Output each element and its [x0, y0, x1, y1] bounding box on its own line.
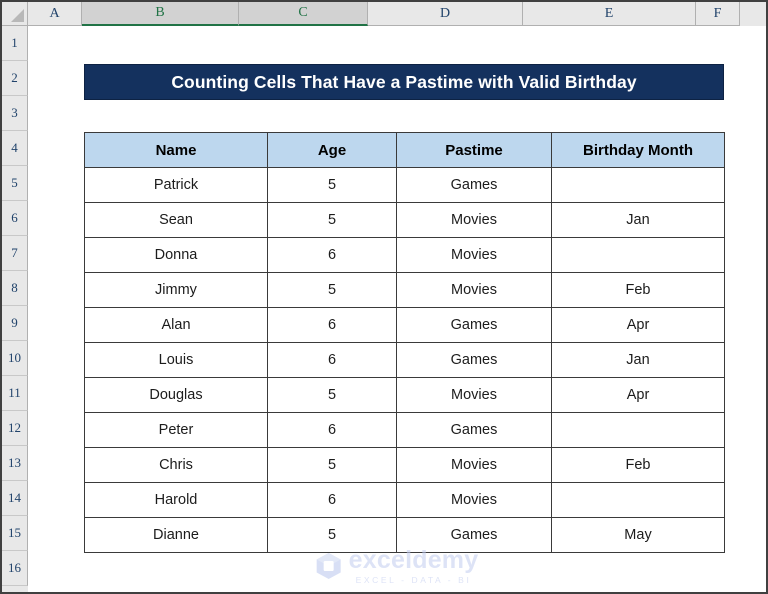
cell-name[interactable]: Donna [84, 237, 268, 273]
cell-birthday-month[interactable] [551, 412, 725, 448]
cell-age[interactable]: 5 [267, 167, 397, 203]
row-header-8[interactable]: 8 [2, 271, 28, 306]
table-row: Donna 6 Movies [84, 237, 725, 273]
column-header-b[interactable]: B [82, 2, 239, 26]
cell-age[interactable]: 5 [267, 447, 397, 483]
table-row: Sean 5 Movies Jan [84, 202, 725, 238]
cell-pastime[interactable]: Games [396, 517, 552, 553]
cell-birthday-month[interactable]: Apr [551, 307, 725, 343]
report-title-banner: Counting Cells That Have a Pastime with … [84, 64, 724, 100]
cell-age[interactable]: 6 [267, 412, 397, 448]
cell-age[interactable]: 5 [267, 517, 397, 553]
exceldemy-logo-icon [316, 553, 341, 580]
cell-age[interactable]: 6 [267, 237, 397, 273]
cell-age[interactable]: 6 [267, 307, 397, 343]
cell-name[interactable]: Sean [84, 202, 268, 238]
table-row: Peter 6 Games [84, 412, 725, 448]
row-header-11[interactable]: 11 [2, 376, 28, 411]
column-header-f[interactable]: F [696, 2, 740, 26]
row-header-12[interactable]: 12 [2, 411, 28, 446]
table-row: Dianne 5 Games May [84, 517, 725, 553]
column-header-birthday-month: Birthday Month [551, 132, 725, 168]
row-header-15[interactable]: 15 [2, 516, 28, 551]
row-header-13[interactable]: 13 [2, 446, 28, 481]
cell-name[interactable]: Peter [84, 412, 268, 448]
cell-birthday-month[interactable]: Jan [551, 342, 725, 378]
select-all-button[interactable] [2, 2, 28, 26]
cell-age[interactable]: 6 [267, 342, 397, 378]
cell-birthday-month[interactable]: Jan [551, 202, 725, 238]
cell-birthday-month[interactable] [551, 482, 725, 518]
table-row: Harold 6 Movies [84, 482, 725, 518]
pastime-birthday-table: Name Age Pastime Birthday Month Patrick 5… [84, 132, 725, 553]
column-header-pastime: Pastime [396, 132, 552, 168]
cell-name[interactable]: Louis [84, 342, 268, 378]
table-row: Patrick 5 Games [84, 167, 725, 203]
cell-birthday-month[interactable] [551, 237, 725, 273]
cell-pastime[interactable]: Games [396, 412, 552, 448]
excel-worksheet-window: ABCDEF 1 2 3 4 5 6 7 8 9 10 11 12 13 14 15 16 Counting … [0, 0, 768, 594]
table-header-row: Name Age Pastime Birthday Month [84, 132, 725, 168]
cell-pastime[interactable]: Games [396, 342, 552, 378]
column-header-e[interactable]: E [523, 2, 696, 26]
worksheet-canvas[interactable]: Counting Cells That Have a Pastime with … [28, 26, 766, 592]
watermark-subtitle: EXCEL - DATA - BI [355, 575, 472, 585]
cell-name[interactable]: Douglas [84, 377, 268, 413]
table-row: Louis 6 Games Jan [84, 342, 725, 378]
cell-birthday-month[interactable] [551, 167, 725, 203]
cell-birthday-month[interactable]: Apr [551, 377, 725, 413]
row-header-9[interactable]: 9 [2, 306, 28, 341]
cell-name[interactable]: Dianne [84, 517, 268, 553]
cell-name[interactable]: Harold [84, 482, 268, 518]
column-header-a[interactable]: A [28, 2, 82, 26]
select-all-triangle-icon [11, 9, 24, 22]
row-header-6[interactable]: 6 [2, 201, 28, 236]
cell-birthday-month[interactable]: May [551, 517, 725, 553]
table-row: Douglas 5 Movies Apr [84, 377, 725, 413]
column-header-row: ABCDEF [2, 2, 766, 26]
row-header-3[interactable]: 3 [2, 96, 28, 131]
page-title: Counting Cells That Have a Pastime with … [171, 71, 637, 92]
cell-pastime[interactable]: Movies [396, 447, 552, 483]
row-header-4[interactable]: 4 [2, 131, 28, 166]
cell-name[interactable]: Chris [84, 447, 268, 483]
row-header-16[interactable]: 16 [2, 551, 28, 586]
cell-age[interactable]: 5 [267, 377, 397, 413]
cell-birthday-month[interactable]: Feb [551, 272, 725, 308]
row-header-1[interactable]: 1 [2, 26, 28, 61]
cell-pastime[interactable]: Movies [396, 202, 552, 238]
row-header-7[interactable]: 7 [2, 236, 28, 271]
table-row: Alan 6 Games Apr [84, 307, 725, 343]
cell-age[interactable]: 5 [267, 202, 397, 238]
cell-name[interactable]: Jimmy [84, 272, 268, 308]
row-header-10[interactable]: 10 [2, 341, 28, 376]
cell-pastime[interactable]: Games [396, 167, 552, 203]
table-row: Jimmy 5 Movies Feb [84, 272, 725, 308]
column-header-name: Name [84, 132, 268, 168]
row-header-2[interactable]: 2 [2, 61, 28, 96]
row-header-14[interactable]: 14 [2, 481, 28, 516]
column-header-d[interactable]: D [368, 2, 523, 26]
cell-pastime[interactable]: Movies [396, 482, 552, 518]
column-header-age: Age [267, 132, 397, 168]
row-header-5[interactable]: 5 [2, 166, 28, 201]
cell-name[interactable]: Patrick [84, 167, 268, 203]
cell-pastime[interactable]: Movies [396, 237, 552, 273]
cell-age[interactable]: 5 [267, 272, 397, 308]
cell-pastime[interactable]: Games [396, 307, 552, 343]
table-row: Chris 5 Movies Feb [84, 447, 725, 483]
column-header-c[interactable]: C [239, 2, 368, 26]
cell-pastime[interactable]: Movies [396, 377, 552, 413]
cell-pastime[interactable]: Movies [396, 272, 552, 308]
cell-birthday-month[interactable]: Feb [551, 447, 725, 483]
row-header-column: 1 2 3 4 5 6 7 8 9 10 11 12 13 14 15 16 [2, 26, 28, 592]
cell-age[interactable]: 6 [267, 482, 397, 518]
exceldemy-watermark: exceldemy EXCEL - DATA - BI [316, 548, 479, 585]
cell-name[interactable]: Alan [84, 307, 268, 343]
